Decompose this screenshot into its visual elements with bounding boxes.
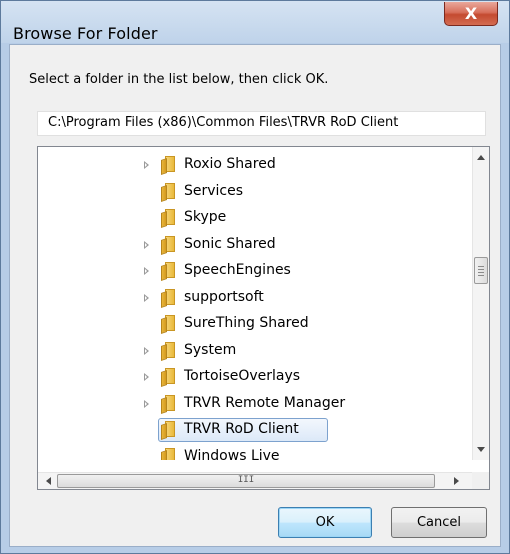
tree-item[interactable]: Services (38, 180, 456, 204)
dialog-title: Browse For Folder (13, 24, 158, 43)
scrollbar-corner (472, 472, 489, 489)
tree-item[interactable]: supportsoft (38, 286, 456, 310)
folder-icon (161, 156, 176, 175)
folder-icon (161, 262, 176, 281)
folder-icon (161, 341, 176, 361)
instruction-text: Select a folder in the list below, then … (29, 72, 329, 87)
tree-item[interactable]: TRVR RoD Client (38, 418, 456, 442)
tree-item[interactable]: Skype (38, 206, 456, 230)
tree-item-label: Windows Live (184, 447, 280, 461)
folder-tree[interactable]: Roxio Shared Services Skype Sonic Shared Spe… (37, 146, 490, 490)
folder-icon (161, 182, 176, 202)
browse-folder-dialog: Browse For Folder X Select a folder in t… (0, 0, 510, 554)
tree-item-label: TortoiseOverlays (184, 368, 301, 384)
expand-arrow-icon[interactable] (144, 240, 149, 249)
folder-icon (161, 447, 176, 460)
close-button[interactable]: X (444, 2, 498, 26)
title-bar[interactable]: Browse For Folder X (1, 1, 509, 43)
expand-arrow-icon[interactable] (144, 161, 149, 169)
tree-item-label: Skype (184, 209, 227, 225)
tree-item-label: System (184, 341, 237, 358)
tree-item-label: SureThing Shared (184, 315, 309, 331)
tree-item[interactable]: TRVR Remote Manager (38, 392, 456, 416)
horizontal-scrollbar[interactable]: III (38, 472, 473, 489)
tree-item[interactable]: Windows Live (38, 445, 456, 461)
tree-item-label: TRVR RoD Client (184, 421, 299, 437)
tree-item-label: TRVR Remote Manager (184, 394, 346, 411)
expand-arrow-icon[interactable] (144, 373, 149, 381)
vertical-scrollbar[interactable] (472, 147, 489, 460)
selected-path-field: C:\Program Files (x86)\Common Files\TRVR… (37, 111, 486, 136)
ok-button[interactable]: OK (278, 507, 372, 538)
expand-arrow-icon[interactable] (144, 293, 149, 302)
folder-icon (161, 288, 176, 308)
scroll-up-arrow-icon[interactable] (477, 155, 485, 160)
folder-tree-rows: Roxio Shared Services Skype Sonic Shared Spe… (38, 147, 456, 460)
tree-item-label: Roxio Shared (184, 156, 276, 172)
folder-icon (161, 209, 176, 228)
expand-arrow-icon[interactable] (144, 346, 149, 355)
tree-item[interactable]: TortoiseOverlays (38, 365, 456, 389)
folder-icon (161, 394, 176, 414)
tree-item[interactable]: Sonic Shared (38, 233, 456, 257)
tree-item-label: Sonic Shared (184, 235, 276, 252)
folder-icon (161, 315, 176, 334)
scroll-down-arrow-icon[interactable] (477, 447, 485, 452)
expand-arrow-icon[interactable] (144, 267, 149, 275)
expand-arrow-icon[interactable] (144, 399, 149, 408)
close-icon: X (464, 4, 478, 23)
horizontal-scroll-thumb[interactable]: III (57, 474, 435, 488)
scroll-right-arrow-icon[interactable] (454, 477, 459, 485)
folder-icon (161, 368, 176, 387)
tree-item[interactable]: System (38, 339, 456, 363)
folder-icon (161, 235, 176, 255)
tree-item-label: Services (184, 182, 244, 199)
folder-icon (161, 421, 176, 440)
vertical-scroll-thumb[interactable] (474, 257, 488, 284)
tree-item-label: SpeechEngines (184, 262, 291, 278)
scroll-left-arrow-icon[interactable] (46, 477, 51, 485)
tree-item-label: supportsoft (184, 288, 264, 305)
tree-item[interactable]: SpeechEngines (38, 259, 456, 283)
cancel-button[interactable]: Cancel (391, 507, 487, 538)
tree-item[interactable]: Roxio Shared (38, 153, 456, 177)
tree-item[interactable]: SureThing Shared (38, 312, 456, 336)
